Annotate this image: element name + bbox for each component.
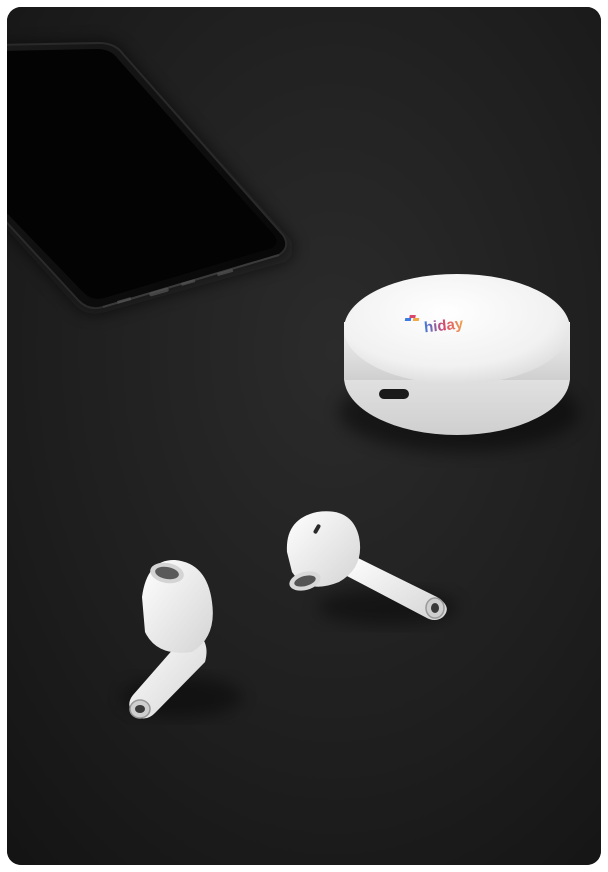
product-photo-canvas: hiday [7, 7, 601, 865]
usb-port-icon [379, 389, 409, 399]
product-photo: hiday [7, 7, 601, 865]
charging-case: hiday [339, 274, 579, 452]
